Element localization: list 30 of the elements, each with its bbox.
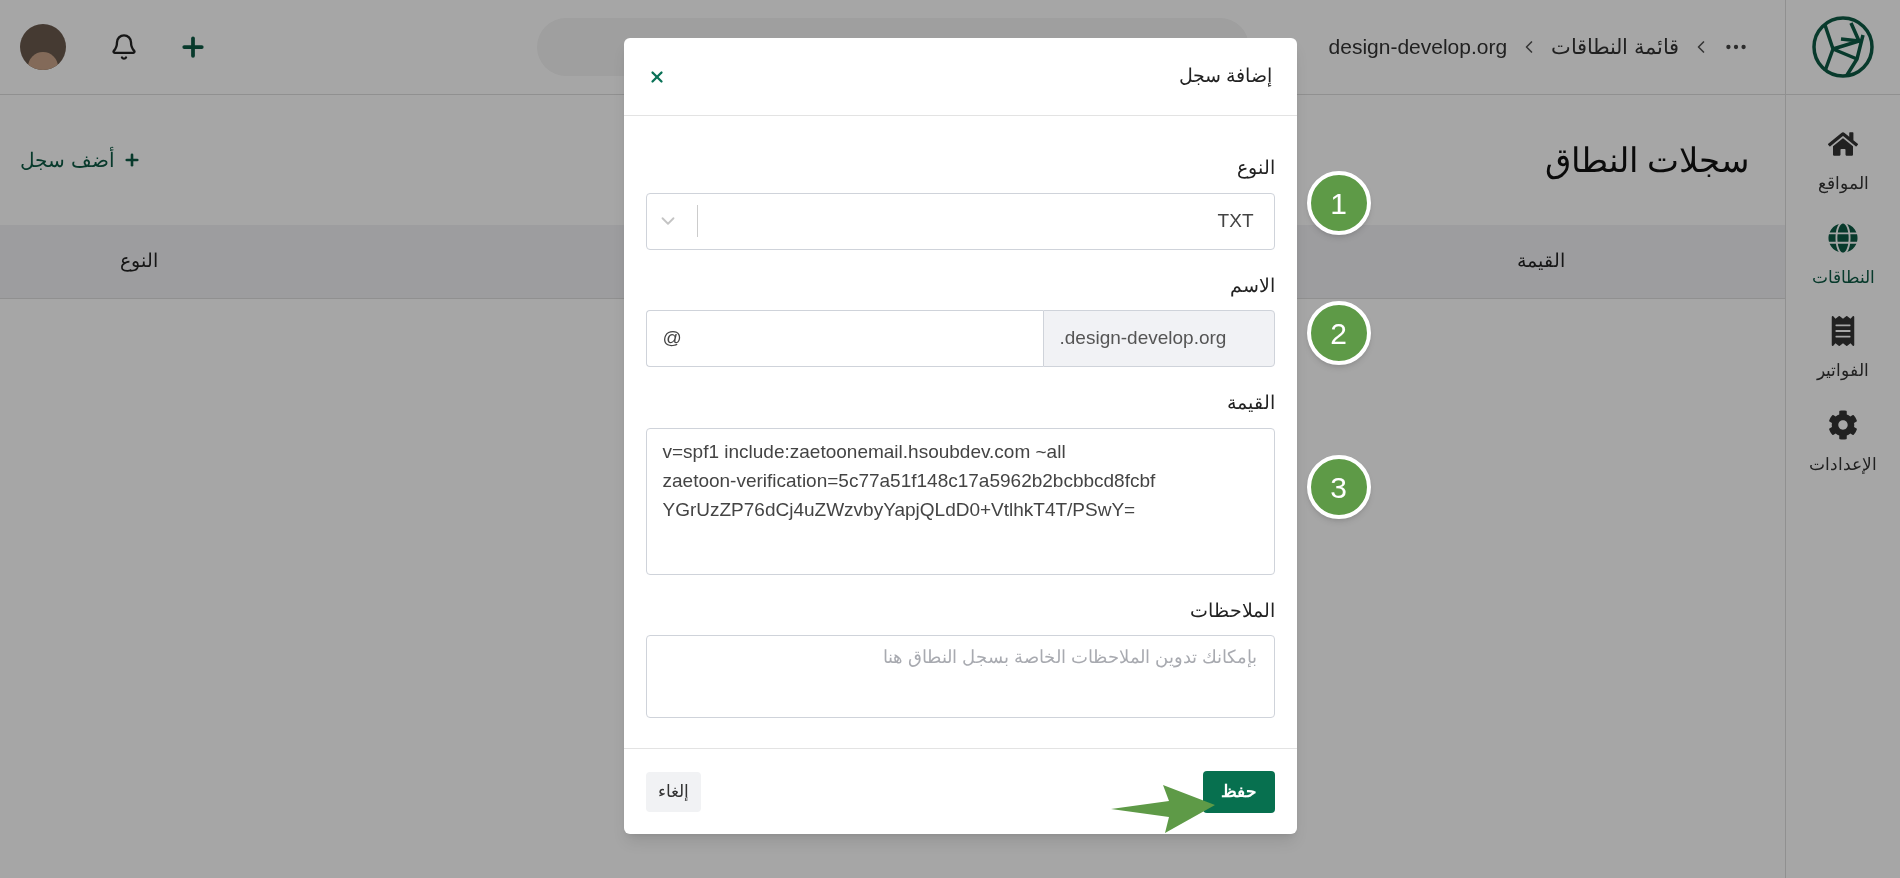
sidebar-item[interactable]: المواقع: [1817, 129, 1869, 197]
breadcrumb-link[interactable]: design-develop.org: [1328, 31, 1508, 63]
step-marker: 1: [1306, 171, 1371, 235]
avatar[interactable]: [20, 24, 66, 70]
value-textarea[interactable]: v=spf1 include:zaetoonemail.hsoubdev.com ~all zaetoon-verification=5c77a51f148c17a5962b2bcbbcd8fcbf YGrUzZP76dCj4uZWzvbyYapjQLdD0+VtlhkT4T/PSwY=: [645, 427, 1275, 575]
cancel-button[interactable]: إلغاء: [645, 771, 701, 812]
column-header: القيمة: [1517, 249, 1565, 274]
home-icon: [1828, 129, 1858, 159]
breadcrumb-link[interactable]: قائمة النطاقات: [1551, 31, 1679, 63]
field-label: الاسم: [1228, 273, 1275, 299]
sidebar-item[interactable]: الإعدادات: [1809, 409, 1877, 477]
step-marker: 3: [1306, 455, 1371, 519]
type-select[interactable]: TXT: [645, 192, 1275, 250]
sidebar-item[interactable]: الفواتير: [1817, 316, 1869, 384]
sidebar-item[interactable]: النطاقات: [1811, 222, 1875, 290]
column-header: النوع: [120, 249, 158, 274]
page-title: سجلات النطاق: [1544, 139, 1749, 182]
field-label: القيمة: [1225, 391, 1275, 415]
step-marker: 2: [1306, 301, 1371, 365]
globe-icon: [1828, 222, 1858, 253]
field-label: الملاحظات: [1188, 598, 1275, 623]
bell-icon[interactable]: [110, 33, 138, 61]
logo-icon: [1811, 15, 1875, 79]
notes-textarea[interactable]: بإمكانك تدوين الملاحظات الخاصة بسجل النطاق هنا: [645, 635, 1275, 718]
add-record-button[interactable]: أضف سجل: [20, 145, 141, 175]
field-label: النوع: [1235, 156, 1275, 181]
settings-icon: [1828, 409, 1858, 440]
dialog-title: إضافة سجل: [1179, 64, 1273, 89]
name-input[interactable]: @: [645, 310, 1043, 367]
domain-suffix: .design-develop.org: [1042, 310, 1275, 367]
